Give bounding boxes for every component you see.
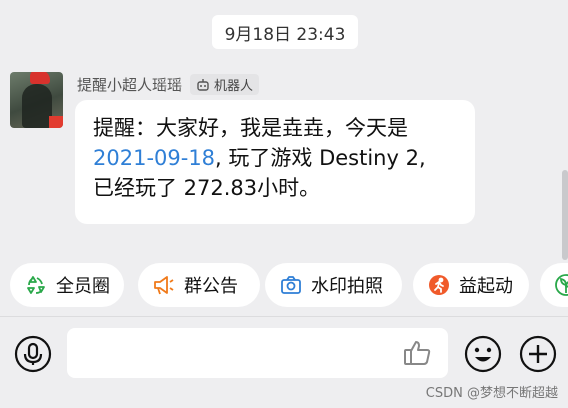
plus-icon: [519, 335, 557, 373]
voice-button[interactable]: [14, 335, 52, 373]
microphone-icon: [14, 335, 52, 373]
megaphone-icon: [152, 273, 176, 297]
message-line-3: 已经玩了 272.83小时。: [93, 176, 321, 200]
avatar-flag: [49, 116, 63, 128]
chip-watermark-camera[interactable]: 水印拍照: [265, 263, 402, 307]
bot-badge: 机器人: [190, 74, 260, 95]
chip-yiqidong[interactable]: 益起动: [413, 263, 529, 307]
chip-label: 益起动: [459, 276, 513, 297]
recycle-icon: [24, 273, 48, 297]
avatar-santa-hat: [30, 72, 50, 84]
plant-icon: [554, 273, 568, 297]
timestamp-pill: 9月18日 23:43: [212, 15, 358, 49]
sender-row: 提醒小超人瑶瑶 机器人: [77, 74, 260, 95]
timestamp-text: 9月18日 23:43: [224, 24, 346, 45]
chip-group-announcement[interactable]: 群公告: [138, 263, 260, 307]
message-line-2: 2021-09-18, 玩了游戏 Destiny 2,: [93, 143, 457, 173]
camera-icon: [279, 273, 303, 297]
emoji-button[interactable]: [464, 335, 502, 373]
thumbs-up-button[interactable]: [402, 338, 432, 368]
bot-badge-label: 机器人: [214, 79, 254, 94]
robot-icon: [197, 78, 209, 91]
message-bubble[interactable]: 提醒：大家好，我是垚垚，今天是 2021-09-18, 玩了游戏 Destiny…: [75, 100, 475, 224]
date-link[interactable]: 2021-09-18: [93, 146, 215, 170]
thumbs-up-icon: [404, 341, 431, 365]
avatar-figure: [22, 84, 52, 128]
more-button[interactable]: [519, 335, 557, 373]
chip-label: 水印拍照: [311, 276, 383, 297]
watermark: CSDN @梦想不断超越: [425, 386, 558, 401]
quick-action-bar: 全员圈 群公告 水印拍照 益起动: [10, 263, 568, 309]
sender-avatar[interactable]: [10, 72, 63, 128]
run-icon: [427, 273, 451, 297]
chip-more[interactable]: [540, 263, 568, 307]
sender-name[interactable]: 提醒小超人瑶瑶: [77, 74, 182, 95]
chip-all-members-circle[interactable]: 全员圈: [10, 263, 124, 307]
scrollbar[interactable]: [562, 170, 568, 260]
divider: [0, 316, 568, 317]
message-line-1: 提醒：大家好，我是垚垚，今天是: [93, 116, 408, 140]
chip-label: 全员圈: [56, 276, 110, 297]
chip-label: 群公告: [184, 276, 238, 297]
smiley-icon: [464, 335, 502, 373]
message-input[interactable]: [67, 328, 448, 378]
message-line-2-rest: , 玩了游戏 Destiny 2,: [215, 146, 426, 170]
